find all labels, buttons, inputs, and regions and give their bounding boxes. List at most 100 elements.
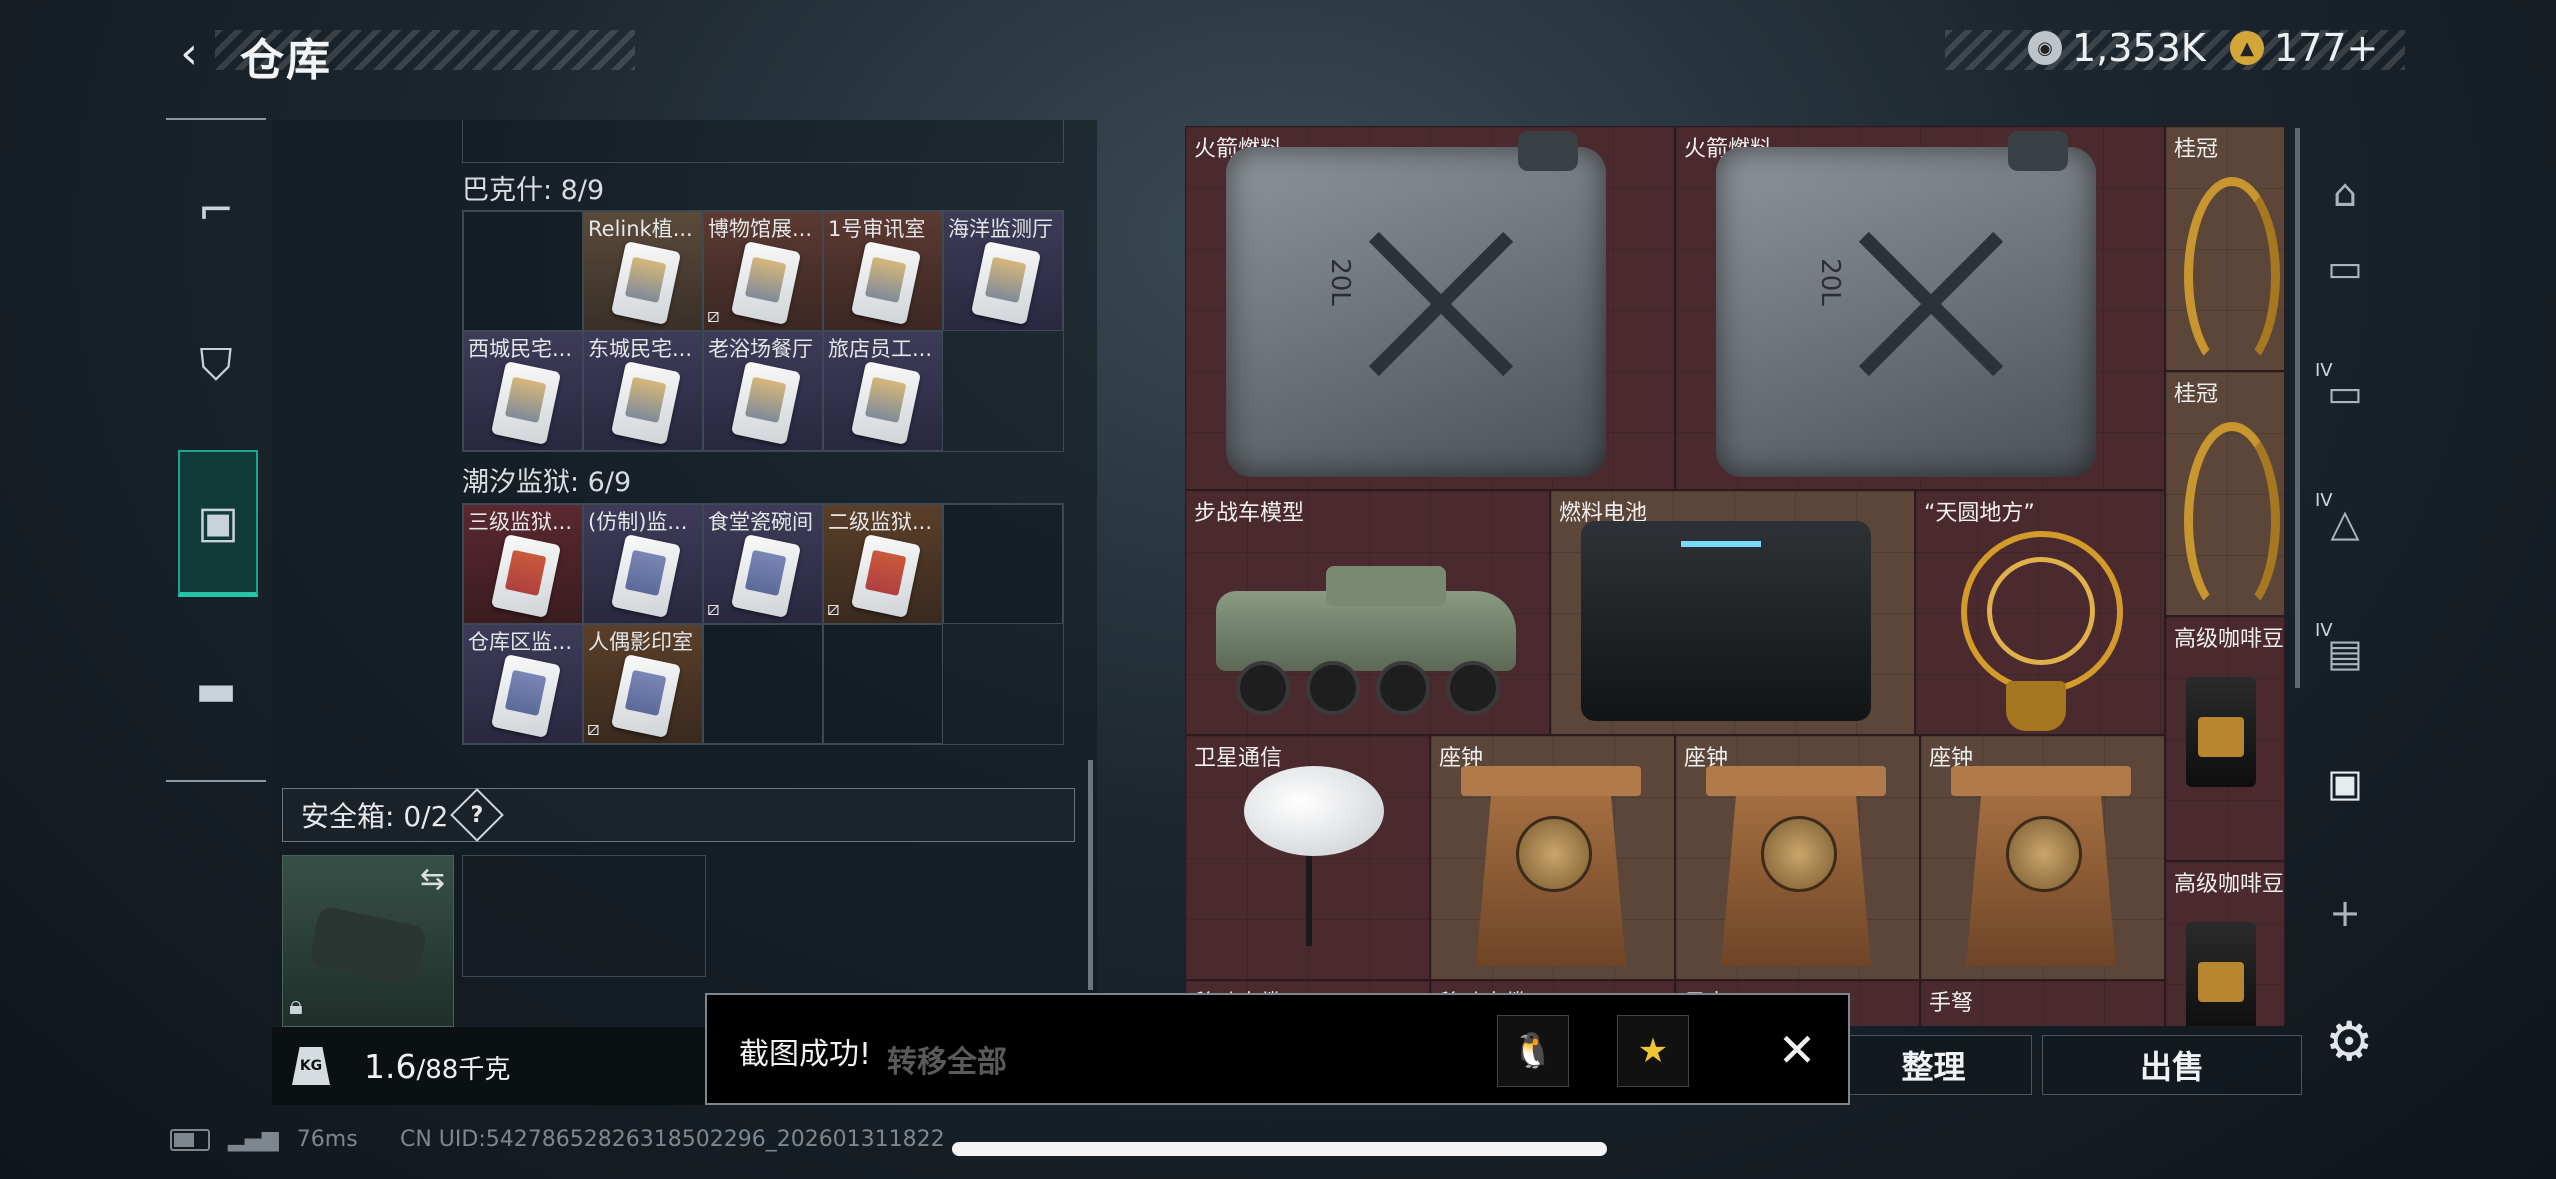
stash-item-fuel-cell[interactable]: 燃料电池 (1550, 490, 1915, 735)
nav-storage[interactable]: ▣ (178, 450, 258, 597)
keycard-slot[interactable]: 老浴场餐厅 (703, 331, 823, 451)
tab-weapons[interactable]: ▭ (2305, 213, 2385, 323)
weight-bar: KG 1.6/88千克 (272, 1027, 712, 1105)
keycard-slot[interactable]: 三级监狱... (463, 504, 583, 624)
sort-button[interactable]: 整理 (1835, 1035, 2032, 1095)
close-icon[interactable]: ✕ (1762, 1015, 1832, 1085)
jerry-can-image: 20L (1226, 131, 1606, 477)
weight-value: 1.6/88千克 (364, 1046, 511, 1086)
clock-image (1706, 766, 1886, 966)
status-bar: ▂▄▆ 76ms (170, 1127, 358, 1152)
page-title: 仓库 (240, 35, 332, 86)
toast-message: 截图成功! (739, 1037, 872, 1072)
safebox-case-image (307, 905, 429, 987)
stash-item-crossbow[interactable]: 手弩 (1920, 980, 2165, 1026)
nav-backpack[interactable]: ⛉ (178, 295, 254, 435)
share-qq-button[interactable]: 🐧 (1497, 1015, 1569, 1087)
share-qzone-button[interactable]: ★ (1617, 1015, 1689, 1087)
keycard-label: 东城民宅... (588, 337, 693, 361)
keycard-image (850, 360, 922, 446)
keycard-slot[interactable]: 仓库区监... (463, 624, 583, 744)
stash-item-coffee[interactable]: 高级咖啡豆 (2165, 616, 2285, 861)
empty-slot[interactable] (823, 624, 943, 744)
prev-row-remnant (462, 120, 1064, 163)
keycard-slot[interactable]: 海洋监测厅 (943, 211, 1063, 331)
stash-scrollbar[interactable] (2295, 128, 2300, 688)
sell-button[interactable]: 出售 (2042, 1035, 2302, 1095)
plus-icon: + (2329, 891, 2361, 935)
keycard-slot[interactable]: 二级监狱... ⧄ (823, 504, 943, 624)
stash-item-clock[interactable]: 座钟 (1920, 735, 2165, 980)
keycard-slot[interactable]: 西城民宅... (463, 331, 583, 451)
keycard-image (730, 533, 802, 619)
clock-image (1461, 766, 1641, 966)
keycard-image (730, 360, 802, 446)
safebox-item[interactable]: ⇆ 🔒︎ (282, 855, 454, 1027)
keycard-image (850, 240, 922, 326)
help-icon[interactable]: ? (450, 788, 505, 842)
empty-slot[interactable] (943, 504, 1063, 624)
keycard-label: 三级监狱... (468, 510, 573, 534)
silver-amount: 1,353K (2072, 26, 2206, 70)
keycard-label: 老浴场餐厅 (708, 337, 813, 361)
coffee-bag-image (2186, 677, 2256, 787)
stash-item-apc-model[interactable]: 步战车模型 (1185, 490, 1550, 735)
stash-item-armillary[interactable]: “天圆地方” (1915, 490, 2165, 735)
backpack-icon: ⛉ (199, 339, 233, 391)
add-tab-button[interactable]: + (2305, 858, 2385, 968)
keycard-slot[interactable]: 旅店员工... (823, 331, 943, 451)
keycard-slot[interactable]: 1号审讯室 (823, 211, 943, 331)
nav-toolbox[interactable]: ▬ (178, 620, 254, 760)
keycard-grid-prison: 三级监狱... (仿制)监... 食堂瓷碗间 ⧄ 二级监狱... ⧄ 仓库区监... 人偶影印… (462, 503, 1064, 745)
collectible-icon: ▣ (2327, 761, 2363, 805)
settings-gear-icon[interactable]: ⚙ (2325, 1010, 2373, 1073)
keycard-slot[interactable]: 东城民宅... (583, 331, 703, 451)
stash-item-clock[interactable]: 座钟 (1675, 735, 1920, 980)
stash-item-rocket-fuel[interactable]: 火箭燃料 20L (1675, 126, 2165, 490)
stash-item-rocket-fuel[interactable]: 火箭燃料 20L (1185, 126, 1675, 490)
swap-icon[interactable]: ⇆ (420, 862, 445, 897)
empty-slot[interactable] (463, 211, 583, 331)
gold-currency[interactable]: ▲ 177+ (2230, 26, 2378, 70)
section-title-prison: 潮汐监狱: 6/9 (462, 467, 632, 498)
tab-tier-gear[interactable]: IV △ (2305, 468, 2385, 578)
keycard-slot[interactable]: 博物馆展... ⧄ (703, 211, 823, 331)
uid-text: CN UID:54278652826318502296_202601311822 (400, 1127, 945, 1152)
safebox-header: 安全箱: 0/2 ? (282, 788, 1075, 842)
qq-icon: 🐧 (1511, 1031, 1555, 1071)
keycard-image (610, 240, 682, 326)
keycard-slot[interactable]: (仿制)监... (583, 504, 703, 624)
home-indicator[interactable] (952, 1142, 1607, 1156)
safebox-empty-slot[interactable] (462, 855, 706, 977)
tab-tier-weapons[interactable]: IV ▭ (2305, 338, 2385, 448)
satellite-dish-image (1244, 766, 1384, 856)
keycard-label: 二级监狱... (828, 510, 933, 534)
section-title-bakshi: 巴克什: 8/9 (462, 175, 605, 206)
left-scrollbar[interactable] (1088, 760, 1093, 990)
keycard-slot[interactable]: Relink植... (583, 211, 703, 331)
keycard-slot[interactable]: 人偶影印室 ⧄ (583, 624, 703, 744)
keycard-label: 人偶影印室 (588, 630, 693, 654)
tab-tier-ammo[interactable]: IV ▤ (2305, 598, 2385, 708)
keycard-image (490, 360, 562, 446)
move-all-button[interactable]: 转移全部 (887, 1037, 1007, 1081)
nav-weapon[interactable]: ⌐ (178, 140, 254, 280)
side-nav: ⌐ ⛉ ▣ ▬ (166, 118, 266, 782)
empty-slot[interactable] (703, 624, 823, 744)
stash-item-clock[interactable]: 座钟 (1430, 735, 1675, 980)
silver-coin-icon: ◉ (2028, 31, 2062, 65)
stash-item-satellite[interactable]: 卫星通信 (1185, 735, 1430, 980)
stash-item-laurel[interactable]: 桂冠 (2165, 371, 2285, 616)
tab-collectibles[interactable]: ▣ (2305, 728, 2385, 838)
keycard-image (490, 653, 562, 739)
stash-grid: 火箭燃料 20L 火箭燃料 20L 桂冠 桂冠 步战车模型 燃料电池 “天圆地方… (1185, 126, 2285, 1026)
keycard-slot[interactable]: 食堂瓷碗间 ⧄ (703, 504, 823, 624)
stash-item-coffee[interactable]: 高级咖啡豆 (2165, 861, 2285, 1026)
keycard-image (970, 240, 1042, 326)
screenshot-toast: 转移全部 截图成功! 🐧 ★ ✕ (705, 993, 1850, 1105)
stash-item-laurel[interactable]: 桂冠 (2165, 126, 2285, 371)
back-icon[interactable]: ‹ (165, 28, 213, 79)
armillary-sphere-image (1961, 531, 2123, 693)
keycard-image (490, 533, 562, 619)
silver-currency[interactable]: ◉ 1,353K (2028, 26, 2206, 70)
